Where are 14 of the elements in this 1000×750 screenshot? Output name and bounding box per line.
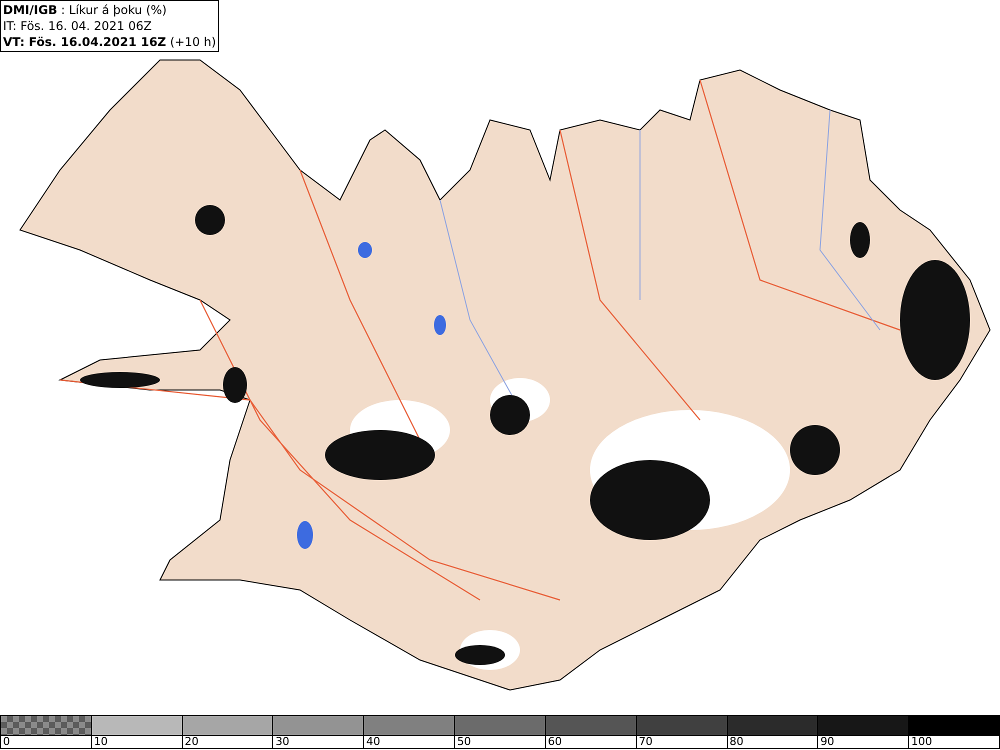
legend-label: 40 [365, 736, 380, 748]
legend-label: 100 [910, 736, 932, 748]
legend-label: 50 [456, 736, 472, 748]
legend-label: 70 [638, 736, 653, 748]
legend-label: 90 [819, 736, 834, 748]
info-text: IT: Fös. 16. 04. 2021 06Z [3, 18, 153, 34]
legend-label: 20 [184, 736, 199, 748]
legend-label: 60 [546, 736, 562, 748]
legend-label: 30 [274, 736, 290, 748]
legend-label: 10 [92, 736, 108, 748]
legend-label: 0 [2, 736, 10, 748]
legend-label: 80 [728, 736, 744, 748]
info-text: VT: Fös. 16.04.2021 16Z (+10 h) [3, 34, 216, 50]
info-text: DMI/IGB : Líkur á þoku (%) [3, 2, 168, 18]
